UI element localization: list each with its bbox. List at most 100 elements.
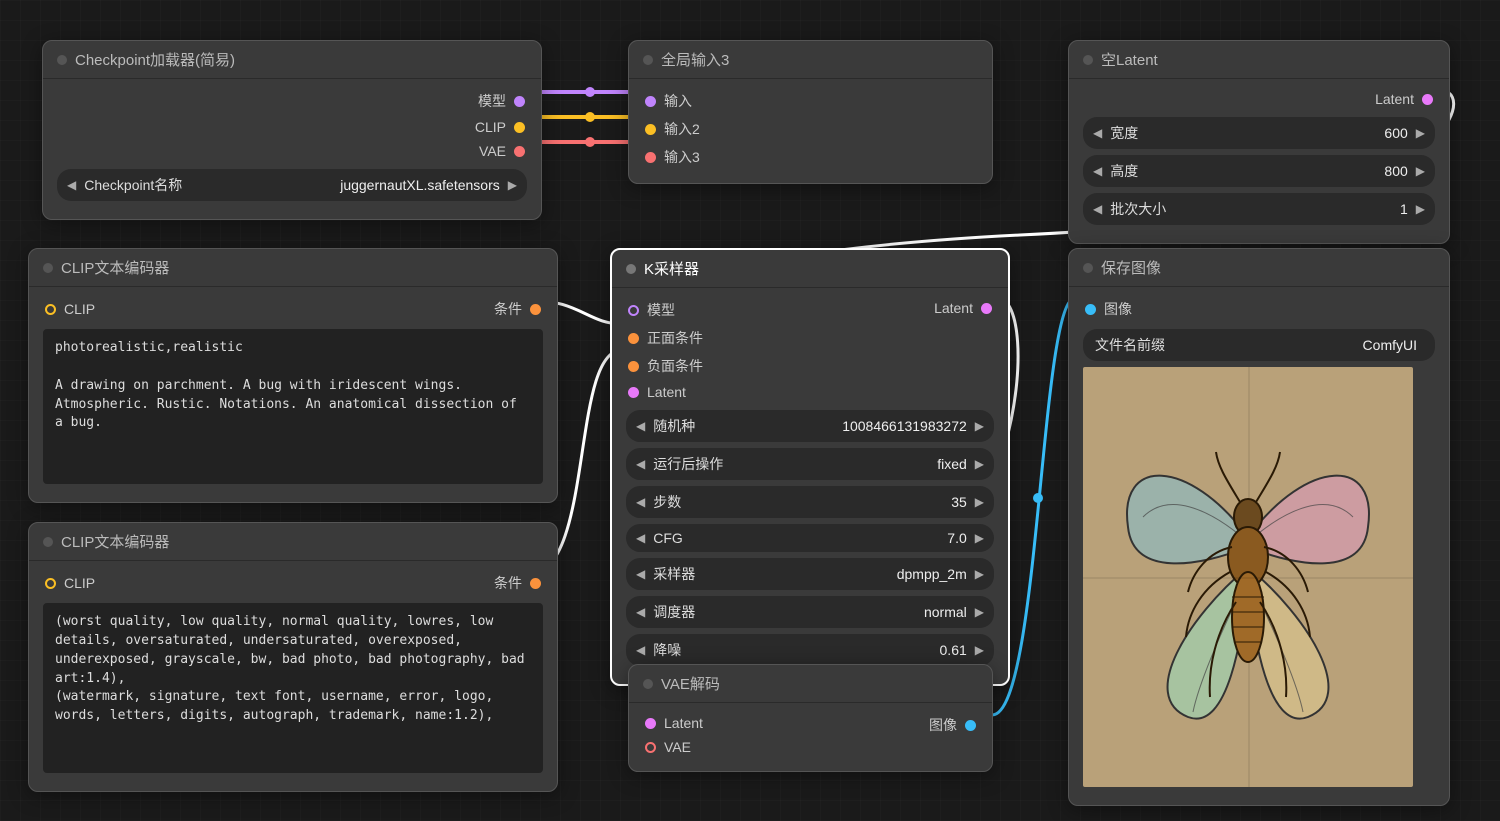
output-port-cond[interactable]: 条件 bbox=[488, 295, 547, 323]
input-port-positive[interactable]: 正面条件 bbox=[622, 324, 928, 352]
denoise-stepper[interactable]: ◀ 降噪 0.61 ▶ bbox=[626, 634, 994, 666]
port-dot-icon[interactable] bbox=[645, 718, 656, 729]
port-dot-icon[interactable] bbox=[514, 146, 525, 157]
output-port-latent[interactable]: Latent bbox=[928, 296, 998, 320]
filename-prefix-field[interactable]: 文件名前缀 ComfyUI bbox=[1083, 329, 1435, 361]
port-dot-icon[interactable] bbox=[1422, 94, 1433, 105]
after-generate-select[interactable]: ◀ 运行后操作 fixed ▶ bbox=[626, 448, 994, 480]
port-dot-icon[interactable] bbox=[645, 124, 656, 135]
port-dot-icon[interactable] bbox=[628, 305, 639, 316]
collapse-dot-icon[interactable] bbox=[643, 679, 653, 689]
collapse-dot-icon[interactable] bbox=[643, 55, 653, 65]
width-stepper[interactable]: ◀ 宽度 600 ▶ bbox=[1083, 117, 1435, 149]
node-vae-decode[interactable]: VAE解码 Latent VAE 图像 bbox=[628, 664, 993, 772]
output-port-model[interactable]: 模型 bbox=[53, 87, 531, 115]
collapse-dot-icon[interactable] bbox=[1083, 263, 1093, 273]
chevron-left-icon[interactable]: ◀ bbox=[1093, 202, 1102, 216]
chevron-left-icon[interactable]: ◀ bbox=[636, 605, 645, 619]
collapse-dot-icon[interactable] bbox=[1083, 55, 1093, 65]
input-port-vae[interactable]: VAE bbox=[639, 735, 709, 759]
output-port-vae[interactable]: VAE bbox=[53, 139, 531, 163]
collapse-dot-icon[interactable] bbox=[43, 263, 53, 273]
node-save-image[interactable]: 保存图像 图像 文件名前缀 ComfyUI bbox=[1068, 248, 1450, 806]
node-header[interactable]: 保存图像 bbox=[1069, 249, 1449, 287]
port-dot-icon[interactable] bbox=[645, 152, 656, 163]
chevron-left-icon[interactable]: ◀ bbox=[1093, 164, 1102, 178]
seed-stepper[interactable]: ◀ 随机种 1008466131983272 ▶ bbox=[626, 410, 994, 442]
input-port-clip[interactable]: CLIP bbox=[39, 295, 101, 323]
node-header[interactable]: 全局输入3 bbox=[629, 41, 992, 79]
input-port-latent[interactable]: Latent bbox=[639, 711, 709, 735]
chevron-right-icon[interactable]: ▶ bbox=[1416, 126, 1425, 140]
cfg-stepper[interactable]: ◀ CFG 7.0 ▶ bbox=[626, 524, 994, 552]
node-header[interactable]: 空Latent bbox=[1069, 41, 1449, 79]
chevron-left-icon[interactable]: ◀ bbox=[636, 643, 645, 657]
output-port-latent[interactable]: Latent bbox=[1079, 87, 1439, 111]
input-port-model[interactable]: 模型 bbox=[622, 296, 928, 324]
chevron-right-icon[interactable]: ▶ bbox=[975, 643, 984, 657]
port-dot-icon[interactable] bbox=[645, 96, 656, 107]
input-port-image[interactable]: 图像 bbox=[1079, 295, 1439, 323]
port-dot-icon[interactable] bbox=[628, 361, 639, 372]
node-header[interactable]: VAE解码 bbox=[629, 665, 992, 703]
port-dot-icon[interactable] bbox=[530, 304, 541, 315]
sampler-select[interactable]: ◀ 采样器 dpmpp_2m ▶ bbox=[626, 558, 994, 590]
input-port-2[interactable]: 输入2 bbox=[639, 115, 982, 143]
chevron-left-icon[interactable]: ◀ bbox=[636, 457, 645, 471]
height-stepper[interactable]: ◀ 高度 800 ▶ bbox=[1083, 155, 1435, 187]
chevron-left-icon[interactable]: ◀ bbox=[636, 495, 645, 509]
chevron-left-icon[interactable]: ◀ bbox=[636, 419, 645, 433]
chevron-right-icon[interactable]: ▶ bbox=[975, 605, 984, 619]
port-dot-icon[interactable] bbox=[514, 96, 525, 107]
collapse-dot-icon[interactable] bbox=[57, 55, 67, 65]
output-port-clip[interactable]: CLIP bbox=[53, 115, 531, 139]
chevron-right-icon[interactable]: ▶ bbox=[975, 457, 984, 471]
chevron-right-icon[interactable]: ▶ bbox=[975, 531, 984, 545]
port-dot-icon[interactable] bbox=[965, 720, 976, 731]
input-port-3[interactable]: 输入3 bbox=[639, 143, 982, 171]
port-dot-icon[interactable] bbox=[628, 333, 639, 344]
port-dot-icon[interactable] bbox=[645, 742, 656, 753]
node-clip-encode-negative[interactable]: CLIP文本编码器 CLIP 条件 (worst quality, low qu… bbox=[28, 522, 558, 792]
node-header[interactable]: CLIP文本编码器 bbox=[29, 249, 557, 287]
chevron-left-icon[interactable]: ◀ bbox=[1093, 126, 1102, 140]
chevron-left-icon[interactable]: ◀ bbox=[636, 567, 645, 581]
chevron-right-icon[interactable]: ▶ bbox=[1416, 164, 1425, 178]
port-dot-icon[interactable] bbox=[530, 578, 541, 589]
image-preview[interactable] bbox=[1083, 367, 1413, 787]
scheduler-select[interactable]: ◀ 调度器 normal ▶ bbox=[626, 596, 994, 628]
port-dot-icon[interactable] bbox=[514, 122, 525, 133]
node-header[interactable]: Checkpoint加载器(简易) bbox=[43, 41, 541, 79]
node-checkpoint-loader[interactable]: Checkpoint加载器(简易) 模型 CLIP VAE ◀ Checkpoi… bbox=[42, 40, 542, 220]
port-dot-icon[interactable] bbox=[628, 387, 639, 398]
collapse-dot-icon[interactable] bbox=[626, 264, 636, 274]
chevron-right-icon[interactable]: ▶ bbox=[975, 419, 984, 433]
batch-stepper[interactable]: ◀ 批次大小 1 ▶ bbox=[1083, 193, 1435, 225]
chevron-left-icon[interactable]: ◀ bbox=[67, 178, 76, 192]
collapse-dot-icon[interactable] bbox=[43, 537, 53, 547]
chevron-right-icon[interactable]: ▶ bbox=[975, 567, 984, 581]
node-ksampler[interactable]: K采样器 模型 正面条件 负面条件 Latent bbox=[610, 248, 1010, 686]
prompt-textarea[interactable]: (worst quality, low quality, normal qual… bbox=[43, 603, 543, 773]
port-dot-icon[interactable] bbox=[45, 304, 56, 315]
node-clip-encode-positive[interactable]: CLIP文本编码器 CLIP 条件 photorealistic,realist… bbox=[28, 248, 558, 503]
output-port-image[interactable]: 图像 bbox=[923, 711, 982, 739]
steps-stepper[interactable]: ◀ 步数 35 ▶ bbox=[626, 486, 994, 518]
prompt-textarea[interactable]: photorealistic,realistic A drawing on pa… bbox=[43, 329, 543, 484]
node-empty-latent[interactable]: 空Latent Latent ◀ 宽度 600 ▶ ◀ 高度 800 ▶ ◀ 批… bbox=[1068, 40, 1450, 244]
input-port-latent[interactable]: Latent bbox=[622, 380, 928, 404]
node-header[interactable]: CLIP文本编码器 bbox=[29, 523, 557, 561]
port-dot-icon[interactable] bbox=[981, 303, 992, 314]
chevron-right-icon[interactable]: ▶ bbox=[508, 178, 517, 192]
input-port-negative[interactable]: 负面条件 bbox=[622, 352, 928, 380]
port-dot-icon[interactable] bbox=[45, 578, 56, 589]
input-port-1[interactable]: 输入 bbox=[639, 87, 982, 115]
node-header[interactable]: K采样器 bbox=[612, 250, 1008, 288]
node-global-input[interactable]: 全局输入3 输入 输入2 输入3 bbox=[628, 40, 993, 184]
checkpoint-name-select[interactable]: ◀ Checkpoint名称 juggernautXL.safetensors … bbox=[57, 169, 527, 201]
input-port-clip[interactable]: CLIP bbox=[39, 569, 101, 597]
port-dot-icon[interactable] bbox=[1085, 304, 1096, 315]
chevron-left-icon[interactable]: ◀ bbox=[636, 531, 645, 545]
output-port-cond[interactable]: 条件 bbox=[488, 569, 547, 597]
chevron-right-icon[interactable]: ▶ bbox=[975, 495, 984, 509]
